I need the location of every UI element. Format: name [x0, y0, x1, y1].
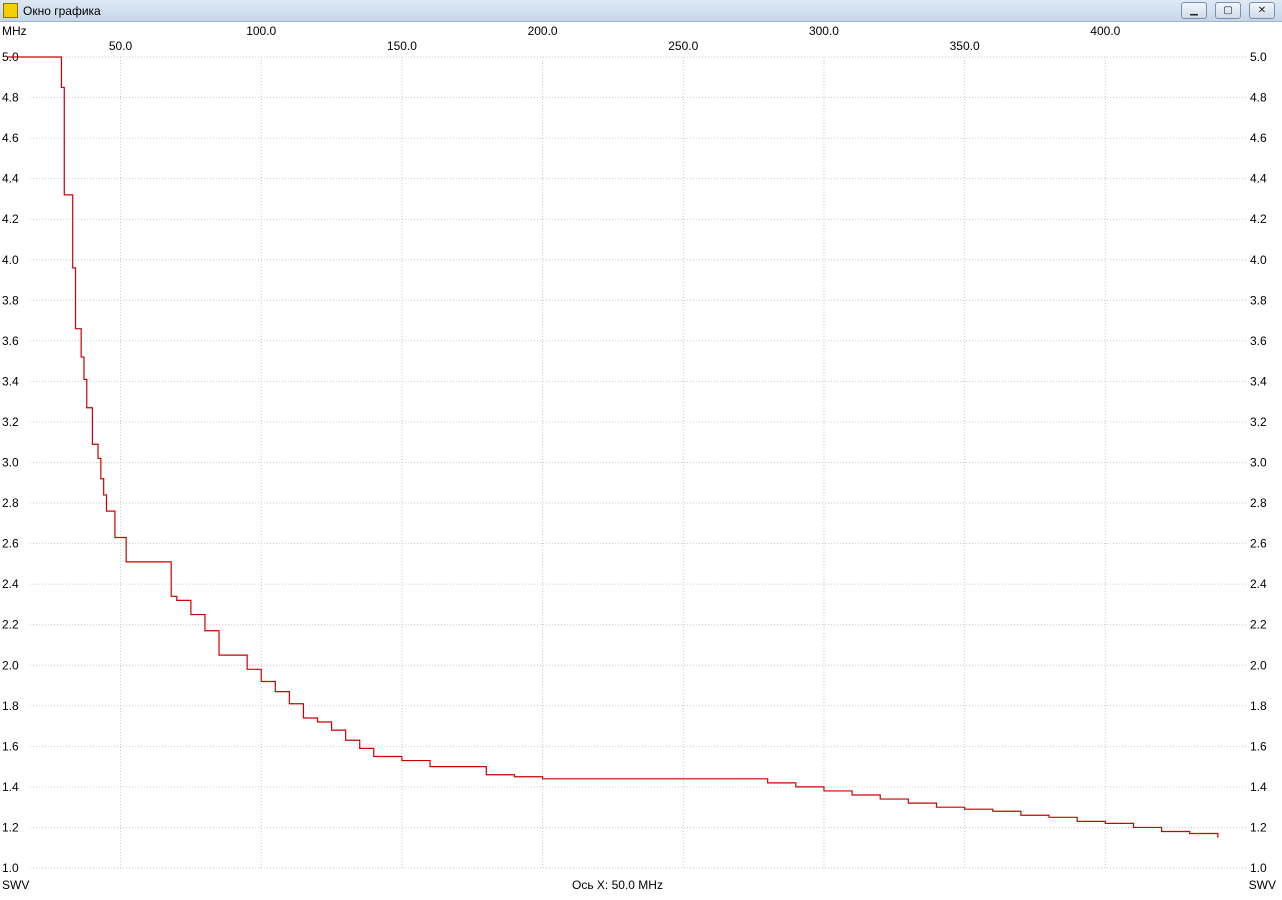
y-tick-label-left: 4.2 [2, 212, 19, 226]
y-tick-label-right: 1.4 [1250, 780, 1267, 794]
y-tick-label-right: 2.6 [1250, 537, 1267, 551]
y-tick-label-left: 4.8 [2, 91, 19, 105]
y-tick-label-right: 3.0 [1250, 456, 1267, 470]
y-tick-label-right: 2.0 [1250, 658, 1267, 672]
x-tick-label-upper: 100.0 [246, 24, 276, 38]
right-axis-label: SWV [1248, 878, 1276, 892]
left-axis-label: SWV [2, 878, 30, 892]
y-tick-label-right: 1.0 [1250, 861, 1267, 875]
x-unit-label: MHz [2, 24, 27, 38]
y-tick-label-right: 4.0 [1250, 253, 1267, 267]
y-tick-label-left: 1.2 [2, 820, 19, 834]
swv-series-line [8, 56, 1219, 838]
y-tick-label-left: 2.6 [2, 537, 19, 551]
x-axis-status: Ось X: 50.0 MHz [572, 878, 663, 892]
y-tick-label-left: 4.6 [2, 131, 19, 145]
y-tick-label-left: 3.8 [2, 293, 19, 307]
y-tick-label-right: 1.2 [1250, 820, 1267, 834]
y-tick-label-left: 2.4 [2, 577, 19, 591]
x-tick-label-lower: 150.0 [387, 39, 417, 53]
y-tick-label-left: 3.4 [2, 374, 19, 388]
y-tick-label-left: 1.0 [2, 861, 19, 875]
x-tick-label-lower: 50.0 [109, 39, 133, 53]
x-tick-label-upper: 300.0 [809, 24, 839, 38]
y-tick-label-left: 2.0 [2, 658, 19, 672]
y-tick-label-right: 3.8 [1250, 293, 1267, 307]
y-tick-label-left: 1.4 [2, 780, 19, 794]
y-tick-label-left: 2.2 [2, 618, 19, 632]
y-tick-label-left: 3.6 [2, 334, 19, 348]
y-tick-label-right: 2.2 [1250, 618, 1267, 632]
y-tick-label-right: 3.6 [1250, 334, 1267, 348]
y-tick-label-right: 2.4 [1250, 577, 1267, 591]
y-tick-label-left: 4.4 [2, 172, 19, 186]
x-tick-label-upper: 400.0 [1090, 24, 1120, 38]
y-tick-label-left: 2.8 [2, 496, 19, 510]
y-tick-label-right: 5.0 [1250, 50, 1267, 64]
y-tick-label-left: 1.8 [2, 699, 19, 713]
y-tick-label-left: 3.0 [2, 456, 19, 470]
y-tick-label-right: 1.8 [1250, 699, 1267, 713]
x-tick-label-lower: 350.0 [950, 39, 980, 53]
y-tick-label-right: 4.2 [1250, 212, 1267, 226]
swv-chart: 5.0 5.04.8 4.84.6 4.64.4 4.44.2 4.24.0 4.03.8 3… [2, 24, 1267, 875]
y-tick-label-left: 3.2 [2, 415, 19, 429]
y-tick-label-left: 1.6 [2, 739, 19, 753]
y-tick-label-left: 4.0 [2, 253, 19, 267]
y-tick-label-right: 2.8 [1250, 496, 1267, 510]
x-tick-label-lower: 250.0 [668, 39, 698, 53]
y-tick-label-right: 4.6 [1250, 131, 1267, 145]
y-tick-label-right: 1.6 [1250, 739, 1267, 753]
y-tick-label-right: 4.4 [1250, 172, 1267, 186]
y-tick-label-right: 3.4 [1250, 374, 1267, 388]
x-tick-label-upper: 200.0 [528, 24, 558, 38]
y-tick-label-right: 4.8 [1250, 91, 1267, 105]
y-tick-label-right: 3.2 [1250, 415, 1267, 429]
